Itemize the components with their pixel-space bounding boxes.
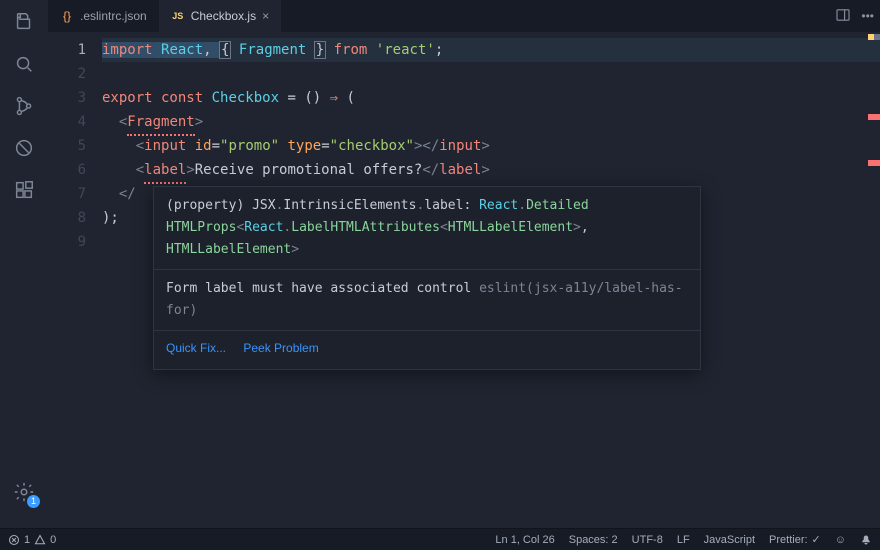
tab-checkbox[interactable]: JS Checkbox.js × bbox=[159, 0, 281, 32]
status-indent[interactable]: Spaces: 2 bbox=[569, 534, 618, 546]
status-bell-icon[interactable] bbox=[860, 534, 872, 546]
debug-disabled-icon[interactable] bbox=[10, 134, 38, 162]
line-gutter: 123 456 789 bbox=[48, 32, 102, 528]
hover-tooltip: (property) JSX.IntrinsicElements.label: … bbox=[153, 186, 701, 370]
code-line: <input id="promo" type="checkbox"></inpu… bbox=[102, 134, 880, 158]
code-editor[interactable]: 123 456 789 import React, { Fragment } f… bbox=[48, 32, 880, 528]
code-line: export const Checkbox = () ⇒ ( bbox=[102, 86, 880, 110]
close-icon[interactable]: × bbox=[262, 9, 269, 23]
extensions-icon[interactable] bbox=[10, 176, 38, 204]
status-cursor[interactable]: Ln 1, Col 26 bbox=[495, 534, 554, 546]
code-line: <Fragment> bbox=[102, 110, 880, 134]
search-icon[interactable] bbox=[10, 50, 38, 78]
json-file-icon: {} bbox=[60, 9, 74, 23]
hover-signature: (property) JSX.IntrinsicElements.label: … bbox=[154, 187, 700, 269]
code-line: import React, { Fragment } from 'react'; bbox=[102, 38, 880, 62]
update-badge: 1 bbox=[27, 495, 40, 508]
tab-bar: {} .eslintrc.json JS Checkbox.js × ••• bbox=[48, 0, 880, 32]
settings-gear-icon[interactable]: 1 bbox=[10, 478, 38, 506]
more-actions-icon[interactable]: ••• bbox=[861, 9, 874, 23]
status-prettier[interactable]: Prettier: ✓ bbox=[769, 533, 821, 546]
status-encoding[interactable]: UTF-8 bbox=[632, 534, 663, 546]
overview-ruler[interactable] bbox=[866, 32, 880, 528]
hover-diagnostic: Form label must have associated control … bbox=[154, 270, 700, 330]
code-line: <label>Receive promotional offers?</labe… bbox=[102, 158, 880, 182]
tab-label: Checkbox.js bbox=[191, 9, 256, 23]
explorer-icon[interactable] bbox=[10, 8, 38, 36]
status-eol[interactable]: LF bbox=[677, 534, 690, 546]
source-control-icon[interactable] bbox=[10, 92, 38, 120]
peek-problem-action[interactable]: Peek Problem bbox=[243, 341, 318, 355]
editor-group: {} .eslintrc.json JS Checkbox.js × ••• 1… bbox=[48, 0, 880, 528]
status-language[interactable]: JavaScript bbox=[704, 534, 755, 546]
tab-eslintrc[interactable]: {} .eslintrc.json bbox=[48, 0, 159, 32]
split-editor-icon[interactable] bbox=[835, 7, 851, 26]
quick-fix-action[interactable]: Quick Fix... bbox=[166, 341, 226, 355]
tab-label: .eslintrc.json bbox=[80, 9, 147, 23]
status-bar: 1 0 Ln 1, Col 26 Spaces: 2 UTF-8 LF Java… bbox=[0, 528, 880, 550]
status-problems[interactable]: 1 0 bbox=[8, 534, 56, 546]
status-feedback-icon[interactable]: ☺ bbox=[835, 534, 846, 546]
activity-bar: 1 bbox=[0, 0, 48, 528]
js-file-icon: JS bbox=[171, 11, 185, 21]
